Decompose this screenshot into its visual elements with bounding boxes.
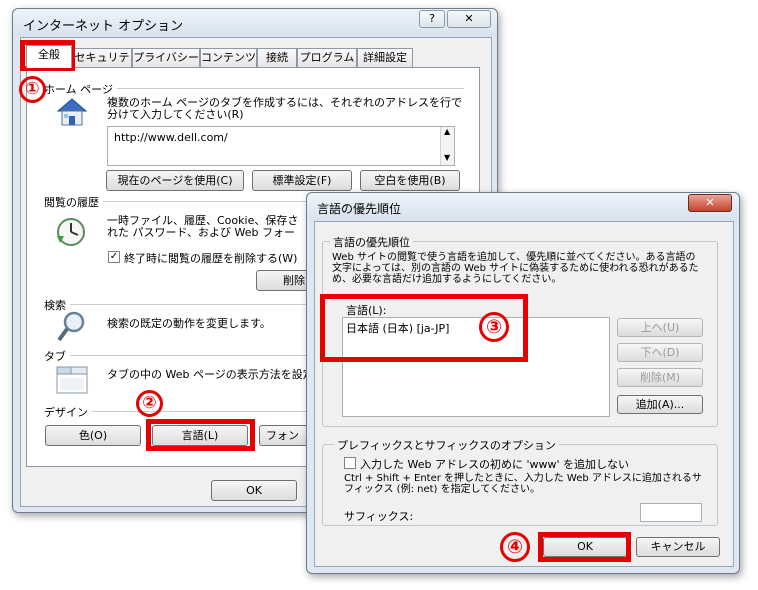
tab-programs[interactable]: プログラム [297, 48, 357, 67]
tab-label: 詳細設定 [363, 51, 407, 64]
tab-label: 全般 [38, 48, 60, 61]
close-button[interactable]: ✕ [688, 194, 732, 212]
tab-privacy[interactable]: プライバシー [132, 48, 200, 67]
fonts-button[interactable]: フォン [259, 425, 311, 446]
scroll-down-icon[interactable]: ▼ [444, 153, 450, 162]
highlight-language-button [146, 419, 255, 451]
history-clock-icon [54, 216, 90, 248]
tab-label: コンテンツ [201, 51, 256, 64]
move-down-button[interactable]: 下へ(D) [617, 343, 703, 362]
home-icon [54, 95, 90, 129]
close-icon: ✕ [705, 196, 715, 209]
close-button[interactable]: ✕ [447, 10, 491, 28]
divider [44, 355, 306, 356]
homepage-url-textarea[interactable]: http://www.dell.com/ ▲ ▼ [107, 126, 455, 166]
help-button[interactable]: ? [419, 10, 445, 28]
window-title: インターネット オプション [23, 19, 184, 34]
delete-history-on-exit-label: 終了時に閲覧の履歴を削除する(W) [124, 252, 298, 265]
homepage-url: http://www.dell.com/ [114, 131, 228, 144]
tab-general[interactable]: 全般 [26, 45, 72, 68]
textarea-scrollbar[interactable]: ▲ ▼ [440, 127, 454, 165]
title-bar: インターネット オプション ? ✕ [13, 9, 497, 37]
use-blank-button[interactable]: 空白を使用(B) [360, 170, 460, 191]
step-marker-4: ④ [500, 532, 530, 562]
delete-history-on-exit-checkbox[interactable]: ✓ [108, 251, 120, 263]
divider [44, 304, 306, 305]
search-description: 検索の既定の動作を変更します。 [107, 317, 271, 330]
tab-label: 接続 [266, 51, 288, 64]
cancel-button-language[interactable]: キャンセル [636, 537, 720, 557]
move-up-button[interactable]: 上へ(U) [617, 318, 703, 337]
delete-history-button[interactable]: 削除 [256, 270, 312, 291]
language-description: Web サイトの閲覧で使う言語を追加して、優先順に並べてください。ある言語の文字… [332, 252, 699, 285]
tab-label: プログラム [299, 51, 355, 64]
suffix-description: Ctrl + Shift + Enter を押したときに、入力した Web アド… [344, 473, 702, 495]
window-title: 言語の優先順位 [317, 202, 402, 216]
suffix-input[interactable] [640, 503, 702, 522]
highlight-ok-button [538, 532, 631, 562]
tab-advanced[interactable]: 詳細設定 [357, 48, 413, 67]
tab-connections[interactable]: 接続 [257, 48, 297, 67]
history-description: 一時ファイル、履歴、Cookie、保存された パスワード、および Web フォー… [107, 215, 299, 239]
suffix-label: サフィックス: [344, 510, 414, 523]
prefix-suffix-group-title: プレフィックスとサフィックスのオプション [334, 437, 559, 453]
ok-button-main[interactable]: OK [211, 480, 297, 501]
add-language-button[interactable]: 追加(A)... [617, 395, 703, 414]
remove-language-button[interactable]: 削除(M) [617, 368, 703, 387]
history-section-label: 閲覧の履歴 [44, 194, 103, 210]
tab-label: プライバシー [133, 51, 199, 64]
colors-button[interactable]: 色(O) [45, 425, 141, 446]
search-magnifier-icon [56, 310, 88, 344]
design-section-label: デザイン [44, 404, 92, 420]
tabs-window-icon [56, 366, 88, 394]
dont-add-www-checkbox[interactable] [344, 457, 356, 469]
tabs-section-label: タブ [44, 348, 70, 364]
tabs-description: タブの中の Web ページの表示方法を設定 [107, 368, 306, 381]
homepage-description: 複数のホーム ページのタブを作成するには、それぞれのアドレスを行で分けて入力して… [107, 96, 462, 121]
use-default-button[interactable]: 標準設定(F) [252, 170, 352, 191]
step-marker-2: ② [136, 390, 163, 417]
step-marker-1: ① [19, 76, 46, 103]
tab-content[interactable]: コンテンツ [200, 48, 257, 67]
title-bar: 言語の優先順位 ✕ [307, 193, 739, 221]
use-current-page-button[interactable]: 現在のページを使用(C) [106, 170, 244, 191]
scroll-up-icon[interactable]: ▲ [444, 127, 450, 136]
step-marker-3: ③ [479, 312, 509, 342]
dont-add-www-label: 入力した Web アドレスの初めに 'www' を追加しない [360, 458, 630, 471]
language-group-title: 言語の優先順位 [330, 234, 413, 250]
tab-security[interactable]: セキュリティ [72, 48, 132, 81]
